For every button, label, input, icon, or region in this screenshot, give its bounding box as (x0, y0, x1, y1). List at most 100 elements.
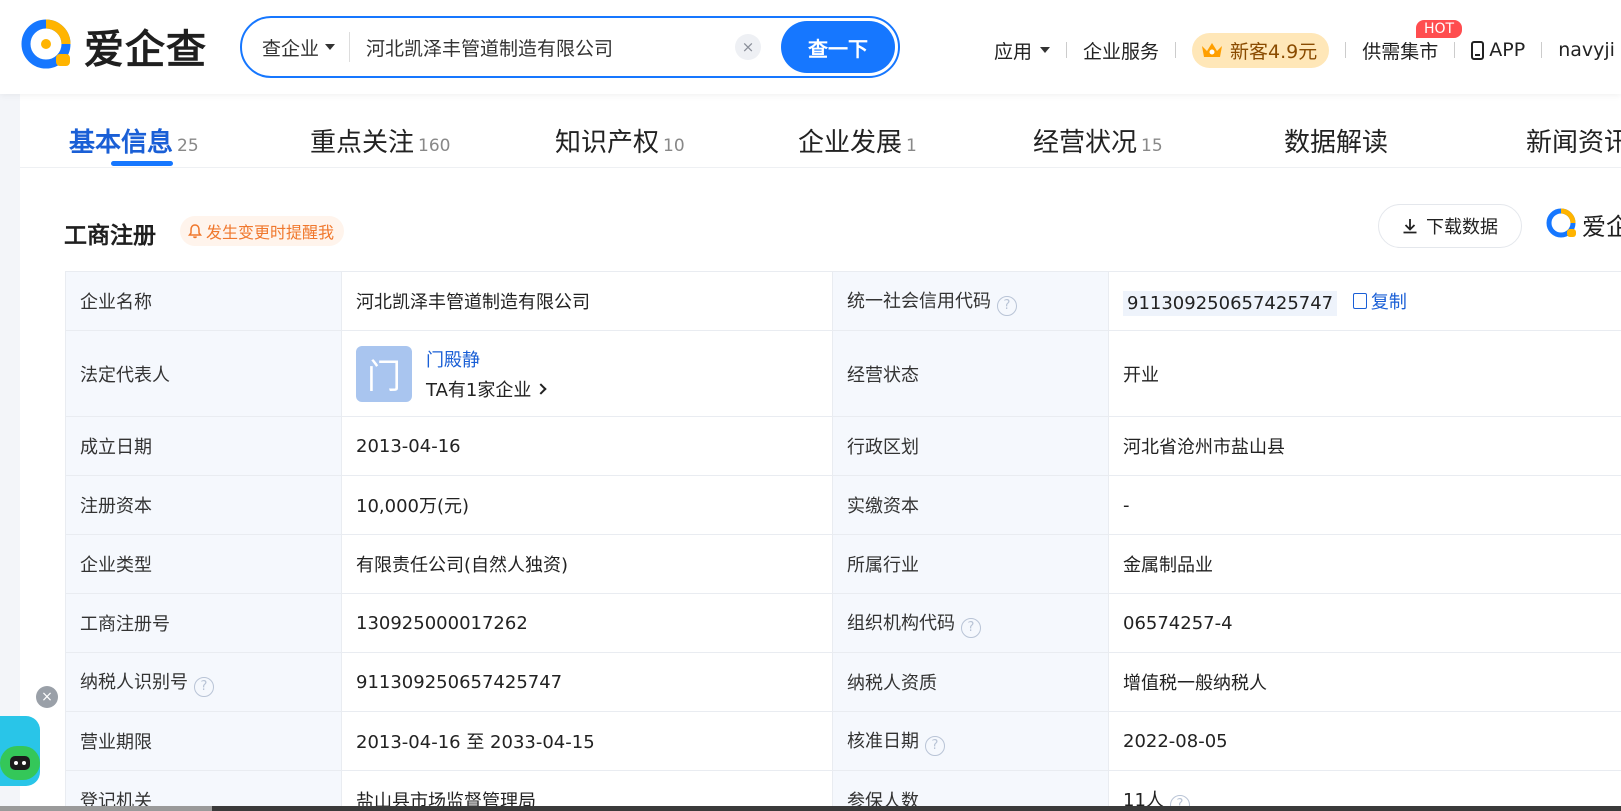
left-gutter (0, 94, 20, 811)
clear-icon[interactable]: × (735, 34, 761, 60)
tab-label: 知识产权 (555, 128, 660, 158)
nav-divider (1541, 42, 1543, 58)
nav-apps[interactable]: 应用 (994, 37, 1051, 64)
credit-code-cell: 911309250657425747 复制 (1108, 271, 1621, 331)
tab-count: 15 (1141, 136, 1163, 156)
legal-rep: 门 门殿静 TA有1家企业 (356, 345, 818, 402)
download-icon (1403, 219, 1417, 234)
scrollbar-thumb[interactable] (0, 806, 212, 811)
nav-app[interactable]: APP (1471, 39, 1525, 61)
brand-mini-text: 爱企查 (1582, 212, 1621, 241)
change-remind-label: 发生变更时提醒我 (206, 223, 335, 242)
tab-key-focus[interactable]: 重点关注 160 (310, 122, 450, 159)
chat-glyph (10, 756, 30, 770)
search-box: 查企业 × 查一下 (240, 16, 900, 78)
nav-divider (1066, 42, 1068, 58)
bell-icon (188, 223, 202, 238)
logo[interactable]: 爱企查 (18, 16, 208, 76)
crown-icon (1202, 43, 1223, 57)
tab-label: 经营状况 (1033, 128, 1138, 158)
cell-label-text: 统一社会信用代码 (847, 290, 991, 312)
registration-table: 企业名称 河北凯泽丰管道制造有限公司 统一社会信用代码? 91130925065… (65, 271, 1621, 811)
cell-label: 经营状态 (832, 330, 1109, 417)
search-input[interactable] (350, 27, 735, 67)
nav-enterprise-services[interactable]: 企业服务 (1083, 37, 1159, 64)
tab-ip[interactable]: 知识产权 10 (555, 122, 685, 159)
cell-value: 金属制品业 (1108, 534, 1621, 594)
cell-value: 911309250657425747 (341, 652, 833, 712)
cell-label-text: 核准日期 (847, 730, 919, 752)
nav-supply-demand[interactable]: 供需集市 (1362, 37, 1438, 64)
copy-button[interactable]: 复制 (1352, 288, 1407, 314)
legal-rep-info: 门殿静 TA有1家企业 (426, 346, 548, 402)
search-type-label: 查企业 (262, 37, 320, 60)
cell-value: 河北省沧州市盐山县 (1108, 416, 1621, 476)
table-row: 纳税人识别号? 911309250657425747 纳税人资质 增值税一般纳税… (65, 652, 1621, 712)
tab-count: 10 (663, 136, 685, 156)
help-icon[interactable]: ? (925, 735, 945, 756)
main-panel: 基本信息 25 重点关注 160 知识产权 10 企业发展 1 经营状况 15 数据解读 … (20, 94, 1621, 811)
tab-news[interactable]: 新闻资讯 (1526, 122, 1621, 159)
copy-label: 复制 (1370, 292, 1407, 313)
cell-value: 有限责任公司(自然人独资) (341, 534, 833, 594)
legal-rep-companies-label: TA有1家企业 (426, 379, 532, 401)
cell-label: 工商注册号 (65, 593, 342, 653)
legal-rep-companies-link[interactable]: TA有1家企业 (426, 376, 548, 402)
cell-label: 核准日期? (832, 711, 1109, 771)
cell-label-text: 组织机构代码 (847, 612, 955, 634)
tab-count: 25 (177, 136, 199, 156)
cell-value: 2013-04-16 至 2033-04-15 (341, 711, 833, 771)
tab-label: 数据解读 (1284, 128, 1389, 158)
credit-code-value: 911309250657425747 (1123, 291, 1338, 316)
cell-value: 盐山县市场监督管理局 (341, 770, 833, 811)
tab-count: 1 (906, 136, 917, 156)
cell-value: 增值税一般纳税人 (1108, 652, 1621, 712)
nav-divider (1454, 42, 1456, 58)
cell-value: 10,000万(元) (341, 475, 833, 535)
search-button[interactable]: 查一下 (781, 21, 895, 73)
download-data-button[interactable]: 下载数据 (1378, 204, 1522, 248)
brand-mini-wrap: 爱企查 (1544, 206, 1621, 246)
cell-label: 实缴资本 (832, 475, 1109, 535)
cell-label: 统一社会信用代码? (832, 271, 1109, 331)
tab-basic-info[interactable]: 基本信息 25 (69, 122, 199, 159)
cell-label: 法定代表人 (65, 330, 342, 417)
table-row: 企业类型 有限责任公司(自然人独资) 所属行业 金属制品业 (65, 534, 1621, 594)
help-icon[interactable]: ? (194, 676, 214, 697)
horizontal-scrollbar[interactable] (0, 806, 1621, 811)
cell-label: 组织机构代码? (832, 593, 1109, 653)
active-tab-indicator (111, 161, 173, 166)
company-name-value: 河北凯泽丰管道制造有限公司 (341, 271, 833, 331)
chat-icon[interactable] (0, 746, 40, 780)
cell-label-text: 纳税人识别号 (80, 671, 188, 693)
change-remind-button[interactable]: 发生变更时提醒我 (180, 216, 345, 246)
search-type-select[interactable]: 查企业 (242, 32, 351, 62)
section-title: 工商注册 (64, 223, 156, 249)
avatar[interactable]: 门 (356, 345, 412, 402)
nav-promo[interactable]: 新客4.9元 (1192, 32, 1330, 68)
insured-count-cell: 11人? (1108, 770, 1621, 811)
tab-label: 重点关注 (310, 128, 415, 158)
legal-rep-name-link[interactable]: 门殿静 (426, 346, 545, 372)
tab-label: 基本信息 (69, 128, 174, 158)
logo-icon (21, 19, 71, 69)
download-data-label: 下载数据 (1426, 217, 1498, 238)
tab-label: 企业发展 (798, 128, 903, 158)
close-icon[interactable]: × (36, 686, 58, 708)
table-row: 企业名称 河北凯泽丰管道制造有限公司 统一社会信用代码? 91130925065… (65, 271, 1621, 331)
brand-mini[interactable]: 爱企查 (1544, 206, 1621, 242)
caret-down-icon (325, 44, 336, 50)
nav-user[interactable]: navyji (1558, 39, 1615, 61)
cell-value: - (1108, 475, 1621, 535)
help-icon[interactable]: ? (961, 617, 981, 638)
phone-icon (1471, 40, 1485, 60)
table-row: 登记机关 盐山县市场监督管理局 参保人数 11人? (65, 770, 1621, 811)
cell-label: 行政区划 (832, 416, 1109, 476)
table-row: 营业期限 2013-04-16 至 2033-04-15 核准日期? 2022-… (65, 711, 1621, 771)
tab-operations[interactable]: 经营状况 15 (1033, 122, 1163, 159)
tab-data-insight[interactable]: 数据解读 (1284, 122, 1388, 159)
top-header: 爱企查 查企业 × 查一下 HOT 应用 企业服务 新客4.9元 供需集市 (0, 0, 1621, 94)
tab-bar: 基本信息 25 重点关注 160 知识产权 10 企业发展 1 经营状况 15 数据解读 … (20, 94, 1621, 168)
tab-development[interactable]: 企业发展 1 (798, 122, 917, 159)
help-icon[interactable]: ? (997, 295, 1017, 316)
